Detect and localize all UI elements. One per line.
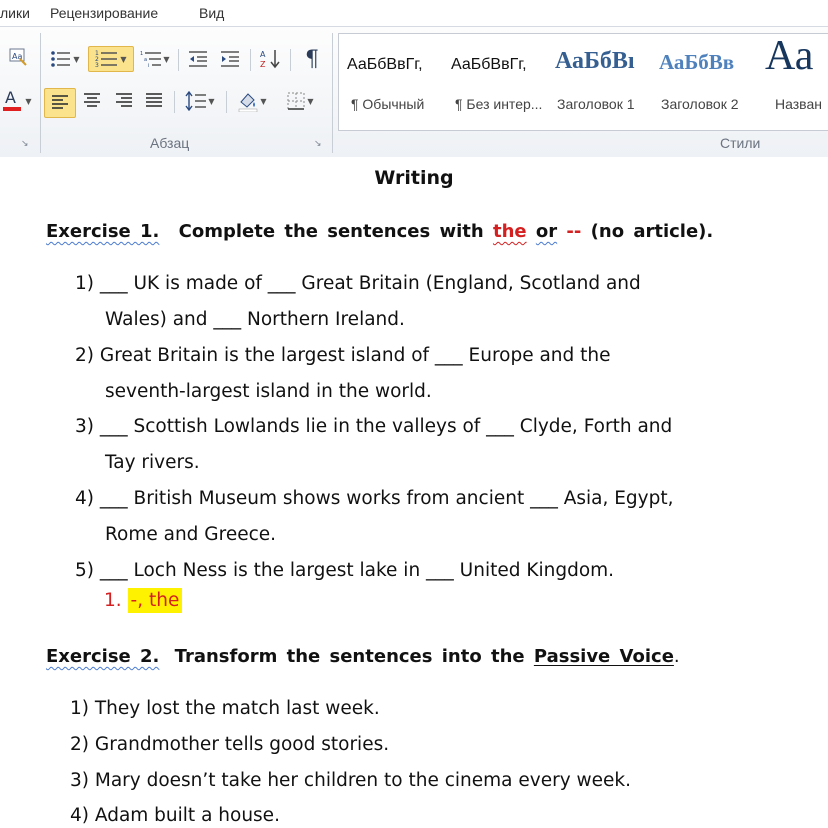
answer-highlight: -, the: [127, 588, 183, 613]
svg-text:A: A: [260, 50, 266, 59]
exercise-1-heading: Exercise 1. Complete the sentences with …: [46, 221, 713, 242]
increase-indent-icon[interactable]: [216, 47, 244, 71]
exercise-2-emphasis: Passive Voice: [533, 646, 674, 667]
style-name: Заголовок 2: [661, 96, 739, 112]
shading-dropdown-icon[interactable]: ▼: [260, 97, 266, 106]
pilcrow-icon[interactable]: ¶: [298, 47, 326, 72]
exercise-1-line: Rome and Greece.: [105, 524, 277, 545]
style-sample: АаБбВв: [659, 50, 735, 74]
separator: [290, 49, 291, 71]
separator: [178, 49, 179, 71]
style-name: Заголовок 1: [557, 96, 635, 112]
borders-icon[interactable]: ▼: [280, 89, 320, 113]
style-sample: Аа: [765, 34, 814, 79]
exercise-2-line: 1) They lost the match last week.: [70, 698, 380, 719]
numbering-dropdown-icon[interactable]: ▼: [120, 55, 126, 64]
tab-links[interactable]: лики: [0, 5, 30, 21]
style-name: ¶ Обычный: [351, 96, 425, 112]
answer-number: 1.: [104, 590, 122, 611]
font-color-button[interactable]: A ▼: [0, 89, 34, 113]
style-normal[interactable]: АаБбВвГг, ¶ Обычный: [339, 34, 439, 130]
svg-text:a: a: [144, 57, 147, 63]
exercise-1-label: Exercise 1.: [46, 221, 160, 242]
align-right-icon[interactable]: [110, 89, 138, 113]
svg-text:Z: Z: [260, 60, 266, 69]
exercise-1-line: 5) ___ Loch Ness is the largest lake in …: [75, 560, 615, 581]
exercise-2-line: 3) Mary doesn’t take her children to the…: [70, 770, 632, 791]
shading-icon[interactable]: ▼: [232, 89, 272, 113]
ribbon-tab-bar: лики Рецензирование Вид: [0, 0, 828, 26]
exercise-1-line: seventh-largest island in the world.: [105, 381, 432, 402]
styles-gallery: АаБбВвГг, ¶ Обычный АаБбВвГг, ¶ Без инте…: [338, 33, 828, 131]
exercise-2-heading: Exercise 2. Transform the sentences into…: [46, 646, 680, 667]
style-title[interactable]: Аа Назван: [757, 34, 828, 130]
separator: [226, 91, 227, 113]
style-sample: АаБбВвГг,: [451, 56, 527, 73]
exercise-1-line: 2) Great Britain is the largest island o…: [75, 345, 611, 366]
document-title: Writing: [374, 167, 454, 189]
style-no-spacing[interactable]: АаБбВвГг, ¶ Без интер...: [443, 34, 543, 130]
align-center-icon[interactable]: [78, 89, 106, 113]
multilevel-list-button[interactable]: 1ai ▼: [136, 47, 174, 71]
svg-text:1: 1: [140, 51, 143, 57]
exercise-1-line: 4) ___ British Museum shows works from a…: [75, 488, 674, 509]
exercise-1-line: 3) ___ Scottish Lowlands lie in the vall…: [75, 416, 673, 437]
style-sample: АаБбВвГг,: [347, 56, 423, 73]
numbering-button[interactable]: 123 ▼: [88, 46, 134, 72]
align-left-icon[interactable]: [44, 88, 76, 118]
document-page[interactable]: Writing Exercise 1. Complete the sentenc…: [0, 157, 828, 828]
line-spacing-dropdown-icon[interactable]: ▼: [208, 97, 214, 106]
exercise-1-line: 1) ___ UK is made of ___ Great Britain (…: [75, 273, 641, 294]
line-spacing-icon[interactable]: ▼: [180, 89, 220, 113]
style-sample: АаБбВı: [555, 48, 635, 74]
style-name: ¶ Без интер...: [455, 96, 543, 112]
font-dialog-launcher-icon[interactable]: ↘: [21, 139, 31, 149]
exercise-2-prefix: Transform the sentences into the: [174, 646, 525, 667]
exercise-2-label: Exercise 2.: [46, 646, 160, 667]
separator: [174, 91, 175, 113]
svg-text:3: 3: [95, 62, 99, 69]
exercise-2-line: 2) Grandmother tells good stories.: [70, 734, 390, 755]
justify-icon[interactable]: [140, 89, 168, 113]
paragraph-dialog-launcher-icon[interactable]: ↘: [314, 139, 324, 149]
style-heading-2[interactable]: АаБбВв Заголовок 2: [651, 34, 755, 130]
borders-dropdown-icon[interactable]: ▼: [307, 97, 313, 106]
svg-text:A: A: [5, 89, 16, 107]
style-name: Назван: [775, 96, 822, 112]
answer-line: 1. -, the: [104, 588, 183, 613]
exercise-1-or: or: [535, 221, 558, 242]
exercise-1-prefix: Complete the sentences with: [178, 221, 484, 242]
group-separator: [40, 33, 41, 153]
exercise-1-suffix: (no article).: [590, 221, 714, 242]
multilevel-dropdown-icon[interactable]: ▼: [163, 55, 169, 64]
sort-icon[interactable]: AZ: [256, 47, 284, 71]
bullets-button[interactable]: ▼: [46, 47, 84, 71]
paragraph-group-label: Абзац: [150, 135, 190, 151]
exercise-2-suffix: .: [673, 646, 680, 667]
change-case-icon[interactable]: Aa: [6, 45, 32, 69]
tab-view[interactable]: Вид: [199, 5, 224, 21]
ribbon: Aa A ▼ ↘ ▼ 123 ▼ 1ai ▼ AZ ¶ ▼ ▼ ▼ Абзац …: [0, 26, 828, 158]
exercise-2-line: 4) Adam built a house.: [70, 805, 280, 826]
group-separator: [332, 33, 333, 153]
separator: [250, 49, 251, 71]
styles-group-label: Стили: [720, 135, 761, 151]
bullets-dropdown-icon[interactable]: ▼: [73, 55, 79, 64]
exercise-1-line: Tay rivers.: [105, 452, 200, 473]
tab-review[interactable]: Рецензирование: [50, 5, 158, 21]
style-heading-1[interactable]: АаБбВı Заголовок 1: [547, 34, 649, 130]
exercise-1-line: Wales) and ___ Northern Ireland.: [105, 309, 405, 330]
exercise-1-dash: --: [566, 221, 582, 242]
svg-text:i: i: [148, 63, 149, 69]
decrease-indent-icon[interactable]: [184, 47, 212, 71]
exercise-1-the: the: [492, 221, 527, 242]
font-color-dropdown-icon[interactable]: ▼: [25, 97, 31, 106]
